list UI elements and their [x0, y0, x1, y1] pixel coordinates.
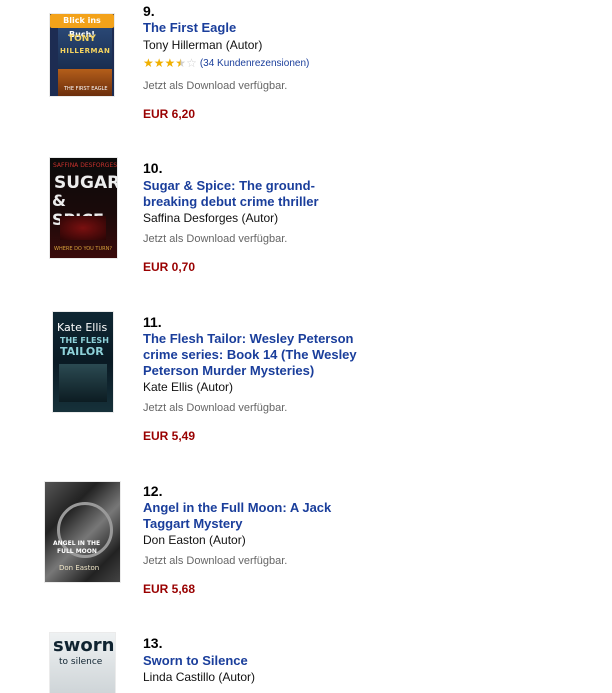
list-item: Blick ins Buch! TONY HILLERMAN THE FIRST…	[0, 0, 612, 160]
review-count-link[interactable]: (34 Kundenrezensionen)	[200, 58, 310, 69]
book-title-link[interactable]: Sugar & Spice: The ground-breaking debut…	[143, 178, 333, 210]
cover-line2: THE FLESH	[60, 336, 109, 345]
cover-line4: WHERE DO YOU TURN?	[54, 246, 113, 252]
cover-line1: Kate Ellis	[57, 321, 108, 334]
list-item: SAFFINA DESFORGES SUGAR & SPICE WHERE DO…	[0, 155, 612, 315]
rank-number: 10.	[143, 160, 163, 176]
price: EUR 5,68	[143, 582, 196, 596]
cover-badge: Blick ins Buch!	[50, 14, 114, 39]
rank-number: 13.	[143, 635, 163, 651]
book-title-link[interactable]: The First Eagle	[143, 20, 373, 36]
author[interactable]: Don Easton (Autor)	[143, 533, 246, 547]
list-item: ANGEL IN THE FULL MOON Don Easton 12. An…	[0, 478, 612, 638]
book-title-link[interactable]: Sworn to Silence	[143, 653, 373, 669]
availability: Jetzt als Download verfügbar.	[143, 233, 288, 245]
cover-line2: to silence	[59, 657, 103, 667]
cover-line2: SUGAR	[54, 173, 117, 193]
cover-line3: TAILOR	[60, 345, 104, 358]
star-rating-icon[interactable]: ★ ★ ★ ★ ☆	[143, 57, 197, 69]
book-cover[interactable]: Blick ins Buch! TONY HILLERMAN THE FIRST…	[50, 14, 114, 96]
book-cover[interactable]: ANGEL IN THE FULL MOON Don Easton	[45, 482, 120, 582]
rank-number: 9.	[143, 3, 155, 19]
book-title-link[interactable]: The Flesh Tailor: Wesley Peterson crime …	[143, 331, 365, 379]
author[interactable]: Saffina Desforges (Autor)	[143, 211, 278, 225]
availability: Jetzt als Download verfügbar.	[143, 402, 288, 414]
cover-line1: sworn	[53, 635, 115, 656]
cover-line3: THE FIRST EAGLE	[64, 86, 108, 92]
author[interactable]: Kate Ellis (Autor)	[143, 380, 233, 394]
rank-number: 11.	[143, 314, 162, 330]
availability: Jetzt als Download verfügbar.	[143, 555, 288, 567]
cover-line1: TONY	[68, 34, 96, 44]
author[interactable]: Linda Castillo (Autor)	[143, 670, 255, 684]
cover-line1: SAFFINA DESFORGES	[53, 162, 117, 169]
book-cover[interactable]: sworn to silence	[50, 633, 115, 693]
book-cover[interactable]: Kate Ellis THE FLESH TAILOR	[53, 312, 113, 412]
price: EUR 5,49	[143, 429, 196, 443]
cover-line1: ANGEL IN THE	[53, 540, 101, 547]
book-title-link[interactable]: Angel in the Full Moon: A Jack Taggart M…	[143, 500, 353, 532]
book-cover[interactable]: SAFFINA DESFORGES SUGAR & SPICE WHERE DO…	[50, 158, 117, 258]
price: EUR 6,20	[143, 107, 196, 121]
availability: Jetzt als Download verfügbar.	[143, 80, 288, 92]
cover-line3: Don Easton	[59, 564, 100, 572]
rank-number: 12.	[143, 483, 163, 499]
price: EUR 0,70	[143, 260, 196, 274]
list-item: sworn to silence 13. Sworn to Silence Li…	[0, 630, 612, 693]
rating: ★ ★ ★ ★ ☆ (34 Kundenrezensionen)	[143, 57, 309, 69]
list-item: Kate Ellis THE FLESH TAILOR 11. The Fles…	[0, 310, 612, 480]
cover-line2: HILLERMAN	[60, 47, 111, 55]
author[interactable]: Tony Hillerman (Autor)	[143, 38, 262, 52]
cover-line2: FULL MOON	[57, 548, 97, 555]
